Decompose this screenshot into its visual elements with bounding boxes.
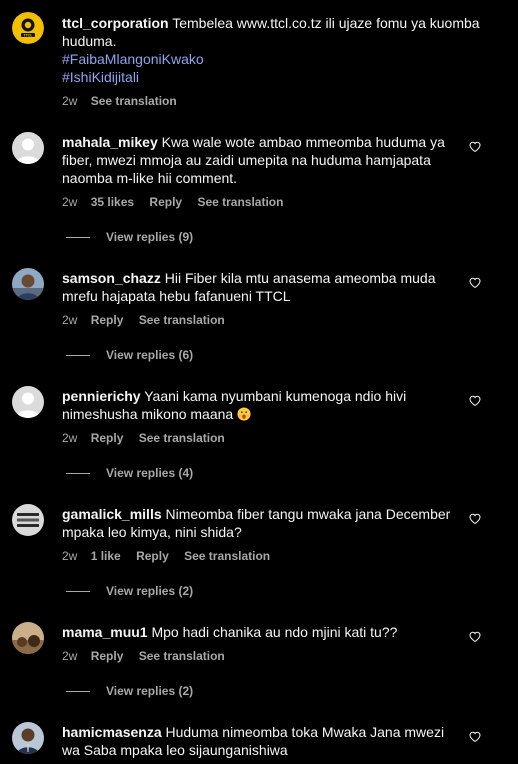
caption-meta: 2w See translation — [62, 94, 189, 108]
timestamp: 2w — [62, 94, 78, 108]
view-replies-button[interactable]: View replies (2) — [66, 584, 193, 598]
avatar[interactable]: TTCL — [12, 12, 44, 44]
comment-text: Mpo hadi chanika au ndo mjini kati tu?? — [151, 624, 398, 640]
divider — [66, 690, 90, 692]
timestamp: 2w — [62, 313, 78, 327]
like-heart-icon[interactable] — [469, 395, 481, 407]
divider — [66, 236, 90, 238]
see-translation-button[interactable]: See translation — [139, 313, 225, 327]
svg-text:TTCL: TTCL — [23, 33, 33, 37]
divider — [66, 472, 90, 474]
divider — [66, 354, 90, 356]
comment-body: mama_muu1 Mpo hadi chanika au ndo mjini … — [62, 623, 462, 641]
view-replies-button[interactable]: View replies (4) — [66, 466, 193, 480]
like-heart-icon[interactable] — [469, 631, 481, 643]
profile-photo-icon — [12, 722, 44, 754]
timestamp: 2w — [62, 649, 78, 663]
avatar[interactable] — [12, 722, 44, 754]
avatar[interactable] — [12, 622, 44, 654]
comment-meta: 2w 35 likes Reply See translation — [62, 195, 295, 209]
hashtag-link[interactable]: #IshiKidijitali — [62, 68, 492, 86]
like-heart-icon[interactable] — [469, 277, 481, 289]
default-avatar-icon — [12, 386, 44, 418]
post-caption: ttcl_corporation Tembelea www.ttcl.co.tz… — [62, 14, 492, 86]
reply-button[interactable]: Reply — [91, 649, 124, 663]
surprised-face-emoji-icon — [237, 407, 251, 421]
view-replies-button[interactable]: View replies (2) — [66, 684, 193, 698]
comment-body: pennierichy Yaani kama nyumbani kumenoga… — [62, 387, 462, 423]
avatar[interactable] — [12, 504, 44, 536]
comment-username[interactable]: gamalick_mills — [62, 506, 162, 522]
comment-username[interactable]: mama_muu1 — [62, 624, 148, 640]
comment-meta: 2w Reply See translation — [62, 431, 237, 445]
comment-meta: 2w 1 like Reply See translation — [62, 549, 282, 563]
like-heart-icon[interactable] — [469, 731, 481, 743]
see-translation-button[interactable]: See translation — [139, 431, 225, 445]
comment-username[interactable]: mahala_mikey — [62, 134, 158, 150]
view-replies-button[interactable]: View replies (9) — [66, 230, 193, 244]
ttcl-logo-icon: TTCL — [12, 12, 44, 44]
like-heart-icon[interactable] — [469, 141, 481, 153]
avatar[interactable] — [12, 268, 44, 300]
see-translation-button[interactable]: See translation — [197, 195, 283, 209]
profile-photo-icon — [12, 504, 44, 536]
comment-meta: 2w Reply See translation — [62, 313, 237, 327]
view-replies-label: View replies (2) — [106, 584, 194, 598]
hashtag-link[interactable]: #FaibaMlangoniKwako — [62, 50, 492, 68]
view-replies-label: View replies (2) — [106, 684, 194, 698]
see-translation-button[interactable]: See translation — [184, 549, 270, 563]
comment-body: gamalick_mills Nimeomba fiber tangu mwak… — [62, 505, 462, 541]
reply-button[interactable]: Reply — [149, 195, 182, 209]
comment-username[interactable]: samson_chazz — [62, 270, 161, 286]
view-replies-label: View replies (4) — [106, 466, 194, 480]
reply-button[interactable]: Reply — [91, 313, 124, 327]
see-translation-button[interactable]: See translation — [139, 649, 225, 663]
comment-username[interactable]: hamicmasenza — [62, 724, 162, 740]
avatar[interactable] — [12, 132, 44, 164]
comment-body: hamicmasenza Huduma nimeomba toka Mwaka … — [62, 723, 462, 759]
comment-body: samson_chazz Hii Fiber kila mtu anasema … — [62, 269, 462, 305]
comment-body: mahala_mikey Kwa wale wote ambao mmeomba… — [62, 133, 462, 187]
caption-username[interactable]: ttcl_corporation — [62, 15, 169, 31]
like-heart-icon[interactable] — [469, 513, 481, 525]
view-replies-label: View replies (9) — [106, 230, 194, 244]
reply-button[interactable]: Reply — [91, 431, 124, 445]
divider — [66, 590, 90, 592]
view-replies-label: View replies (6) — [106, 348, 194, 362]
timestamp: 2w — [62, 195, 78, 209]
view-replies-button[interactable]: View replies (6) — [66, 348, 193, 362]
comment-username[interactable]: pennierichy — [62, 388, 141, 404]
avatar[interactable] — [12, 386, 44, 418]
likes-count[interactable]: 35 likes — [91, 195, 134, 209]
timestamp: 2w — [62, 549, 78, 563]
profile-photo-icon — [12, 268, 44, 300]
likes-count[interactable]: 1 like — [91, 549, 121, 563]
default-avatar-icon — [12, 132, 44, 164]
timestamp: 2w — [62, 431, 78, 445]
see-translation-button[interactable]: See translation — [91, 94, 177, 108]
profile-photo-icon — [12, 622, 44, 654]
comment-meta: 2w Reply See translation — [62, 649, 237, 663]
reply-button[interactable]: Reply — [136, 549, 169, 563]
